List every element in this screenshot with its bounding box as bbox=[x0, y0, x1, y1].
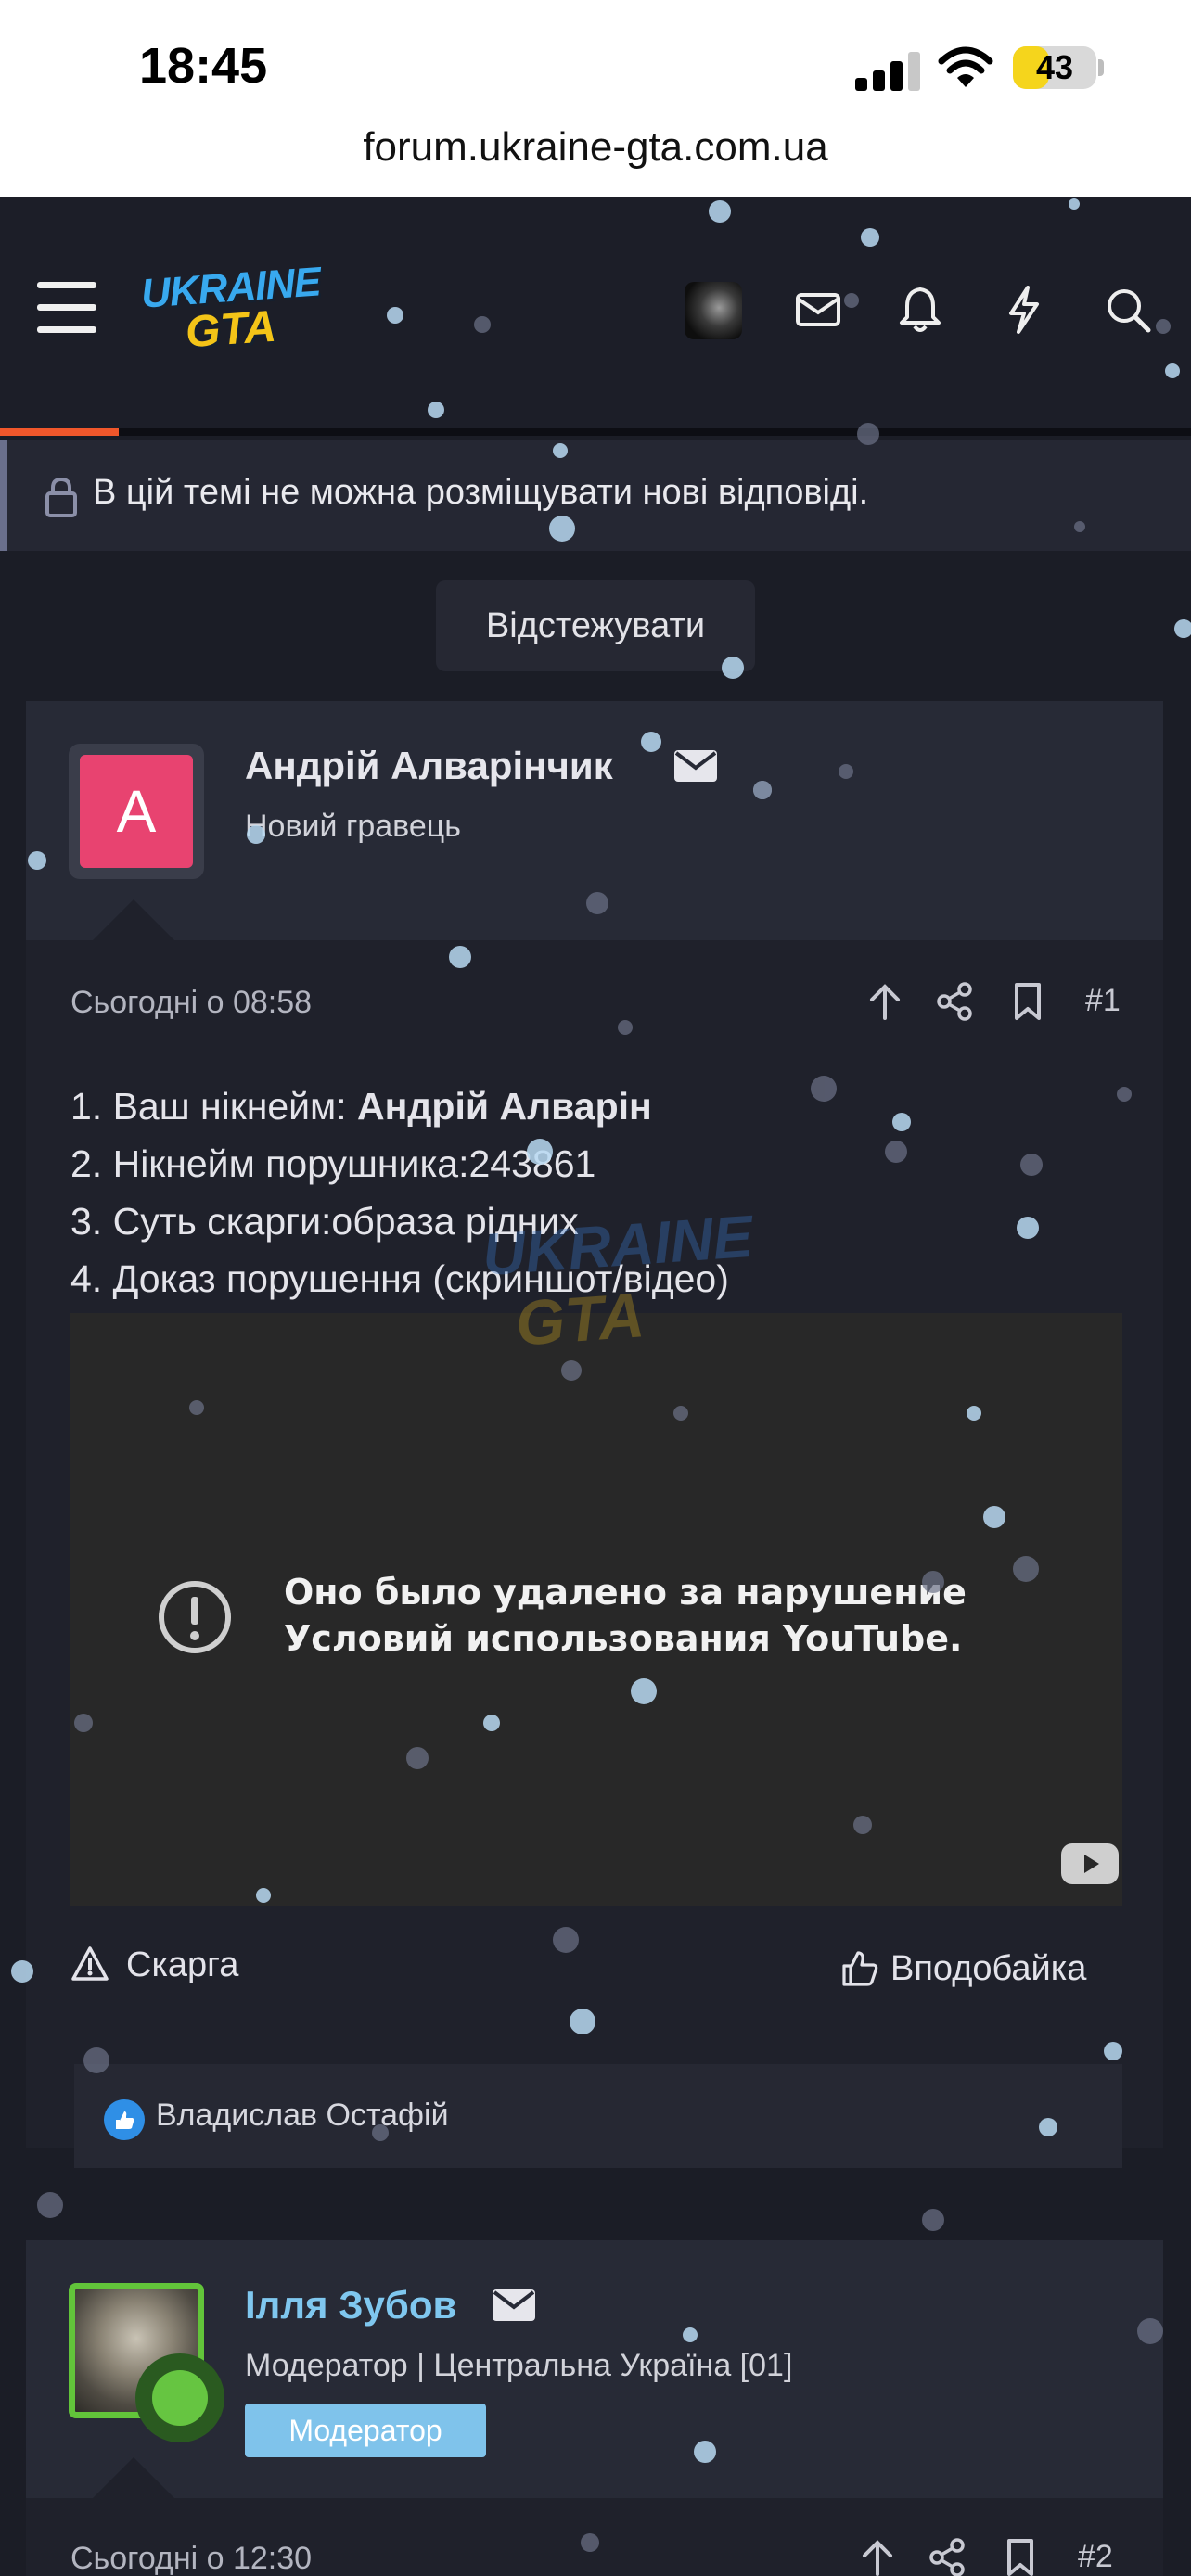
moderator-icon bbox=[135, 2353, 224, 2442]
author-pointer bbox=[93, 899, 174, 940]
youtube-icon[interactable] bbox=[1061, 1843, 1119, 1884]
battery-text: 43 bbox=[1035, 48, 1074, 86]
author-name[interactable]: Ілля Зубов bbox=[245, 2283, 456, 2327]
bell-icon[interactable] bbox=[892, 282, 948, 338]
thumbs-up-icon bbox=[842, 1951, 878, 1986]
moderator-badge: Модератор bbox=[245, 2404, 486, 2457]
status-bar: 18:45 43 forum.ukraine-gta.com.ua bbox=[0, 0, 1191, 197]
warning-icon bbox=[71, 1946, 109, 1981]
envelope-icon[interactable] bbox=[673, 749, 718, 783]
watch-button[interactable]: Відстежувати bbox=[436, 580, 755, 671]
site-header: UKRAINE GTA bbox=[0, 197, 1191, 428]
reading-progress bbox=[0, 428, 1191, 436]
post-line-2: 2. Нікнейм порушника:243861 bbox=[70, 1142, 596, 1185]
post-1-header: A Андрій Алварінчик Новий гравець bbox=[26, 701, 1163, 940]
author-name[interactable]: Андрій Алварінчик bbox=[245, 744, 613, 788]
wifi-icon bbox=[938, 46, 993, 87]
post-2-header: Ілля Зубов Модератор | Центральна Україн… bbox=[26, 2240, 1163, 2498]
report-label: Скарга bbox=[126, 1945, 239, 1984]
share-icon[interactable] bbox=[935, 981, 976, 1022]
envelope-icon[interactable] bbox=[492, 2289, 536, 2322]
lightning-icon[interactable] bbox=[996, 282, 1052, 338]
youtube-embed[interactable]: Оно было удалено за нарушение Условий ис… bbox=[70, 1313, 1122, 1906]
author-title: Новий гравець bbox=[245, 809, 461, 844]
like-button[interactable]: Вподобайка bbox=[840, 1949, 1119, 1990]
post-1: A Андрій Алварінчик Новий гравець Сьогод… bbox=[26, 701, 1163, 2168]
avatar-letter: A bbox=[80, 755, 193, 868]
battery-indicator: 43 bbox=[1013, 46, 1096, 89]
thread-locked-notice: В цій темі не можна розміщувати нові від… bbox=[0, 440, 1191, 551]
video-removed-message: Оно было удалено за нарушение Условий ис… bbox=[284, 1572, 967, 1659]
like-reaction-icon bbox=[104, 2099, 145, 2140]
like-label: Вподобайка bbox=[890, 1949, 1087, 1988]
watermark-bottom: GTA bbox=[513, 1280, 647, 1359]
post-number[interactable]: #2 bbox=[1078, 2539, 1113, 2575]
post-2: Ілля Зубов Модератор | Центральна Україн… bbox=[26, 2240, 1163, 2576]
signal-icon bbox=[855, 52, 920, 91]
post-number[interactable]: #1 bbox=[1085, 983, 1121, 1019]
post-line-1: 1. Ваш нікнейм: Андрій Алварін bbox=[70, 1085, 652, 1128]
search-icon[interactable] bbox=[1100, 282, 1156, 338]
mail-icon[interactable] bbox=[790, 282, 846, 338]
lock-icon bbox=[45, 477, 77, 517]
reaction-users[interactable]: Владислав Остафій bbox=[156, 2098, 449, 2134]
reading-progress-fill bbox=[0, 428, 120, 436]
menu-icon[interactable] bbox=[37, 282, 96, 334]
author-pointer bbox=[93, 2457, 174, 2498]
arrow-up-icon[interactable] bbox=[864, 981, 905, 1022]
reactions-bar[interactable]: Владислав Остафій bbox=[74, 2064, 1122, 2168]
site-logo[interactable]: UKRAINE GTA bbox=[139, 259, 321, 357]
alert-icon bbox=[159, 1581, 231, 1653]
arrow-up-icon[interactable] bbox=[857, 2537, 898, 2576]
post-date[interactable]: Сьогодні о 12:30 bbox=[70, 2541, 312, 2576]
post-date[interactable]: Сьогодні о 08:58 bbox=[70, 985, 312, 1021]
battery-tip bbox=[1098, 59, 1104, 76]
bookmark-icon[interactable] bbox=[1007, 981, 1048, 1022]
avatar[interactable]: A bbox=[69, 744, 204, 879]
user-avatar[interactable] bbox=[685, 282, 742, 339]
bookmark-icon[interactable] bbox=[1000, 2537, 1041, 2576]
author-title: Модератор | Центральна Україна [01] bbox=[245, 2348, 793, 2383]
address-bar[interactable]: forum.ukraine-gta.com.ua bbox=[0, 124, 1191, 171]
status-time: 18:45 bbox=[139, 38, 268, 94]
notice-text: В цій темі не можна розміщувати нові від… bbox=[93, 473, 869, 512]
share-icon[interactable] bbox=[928, 2537, 968, 2576]
logo-bottom-text: GTA bbox=[184, 301, 278, 358]
